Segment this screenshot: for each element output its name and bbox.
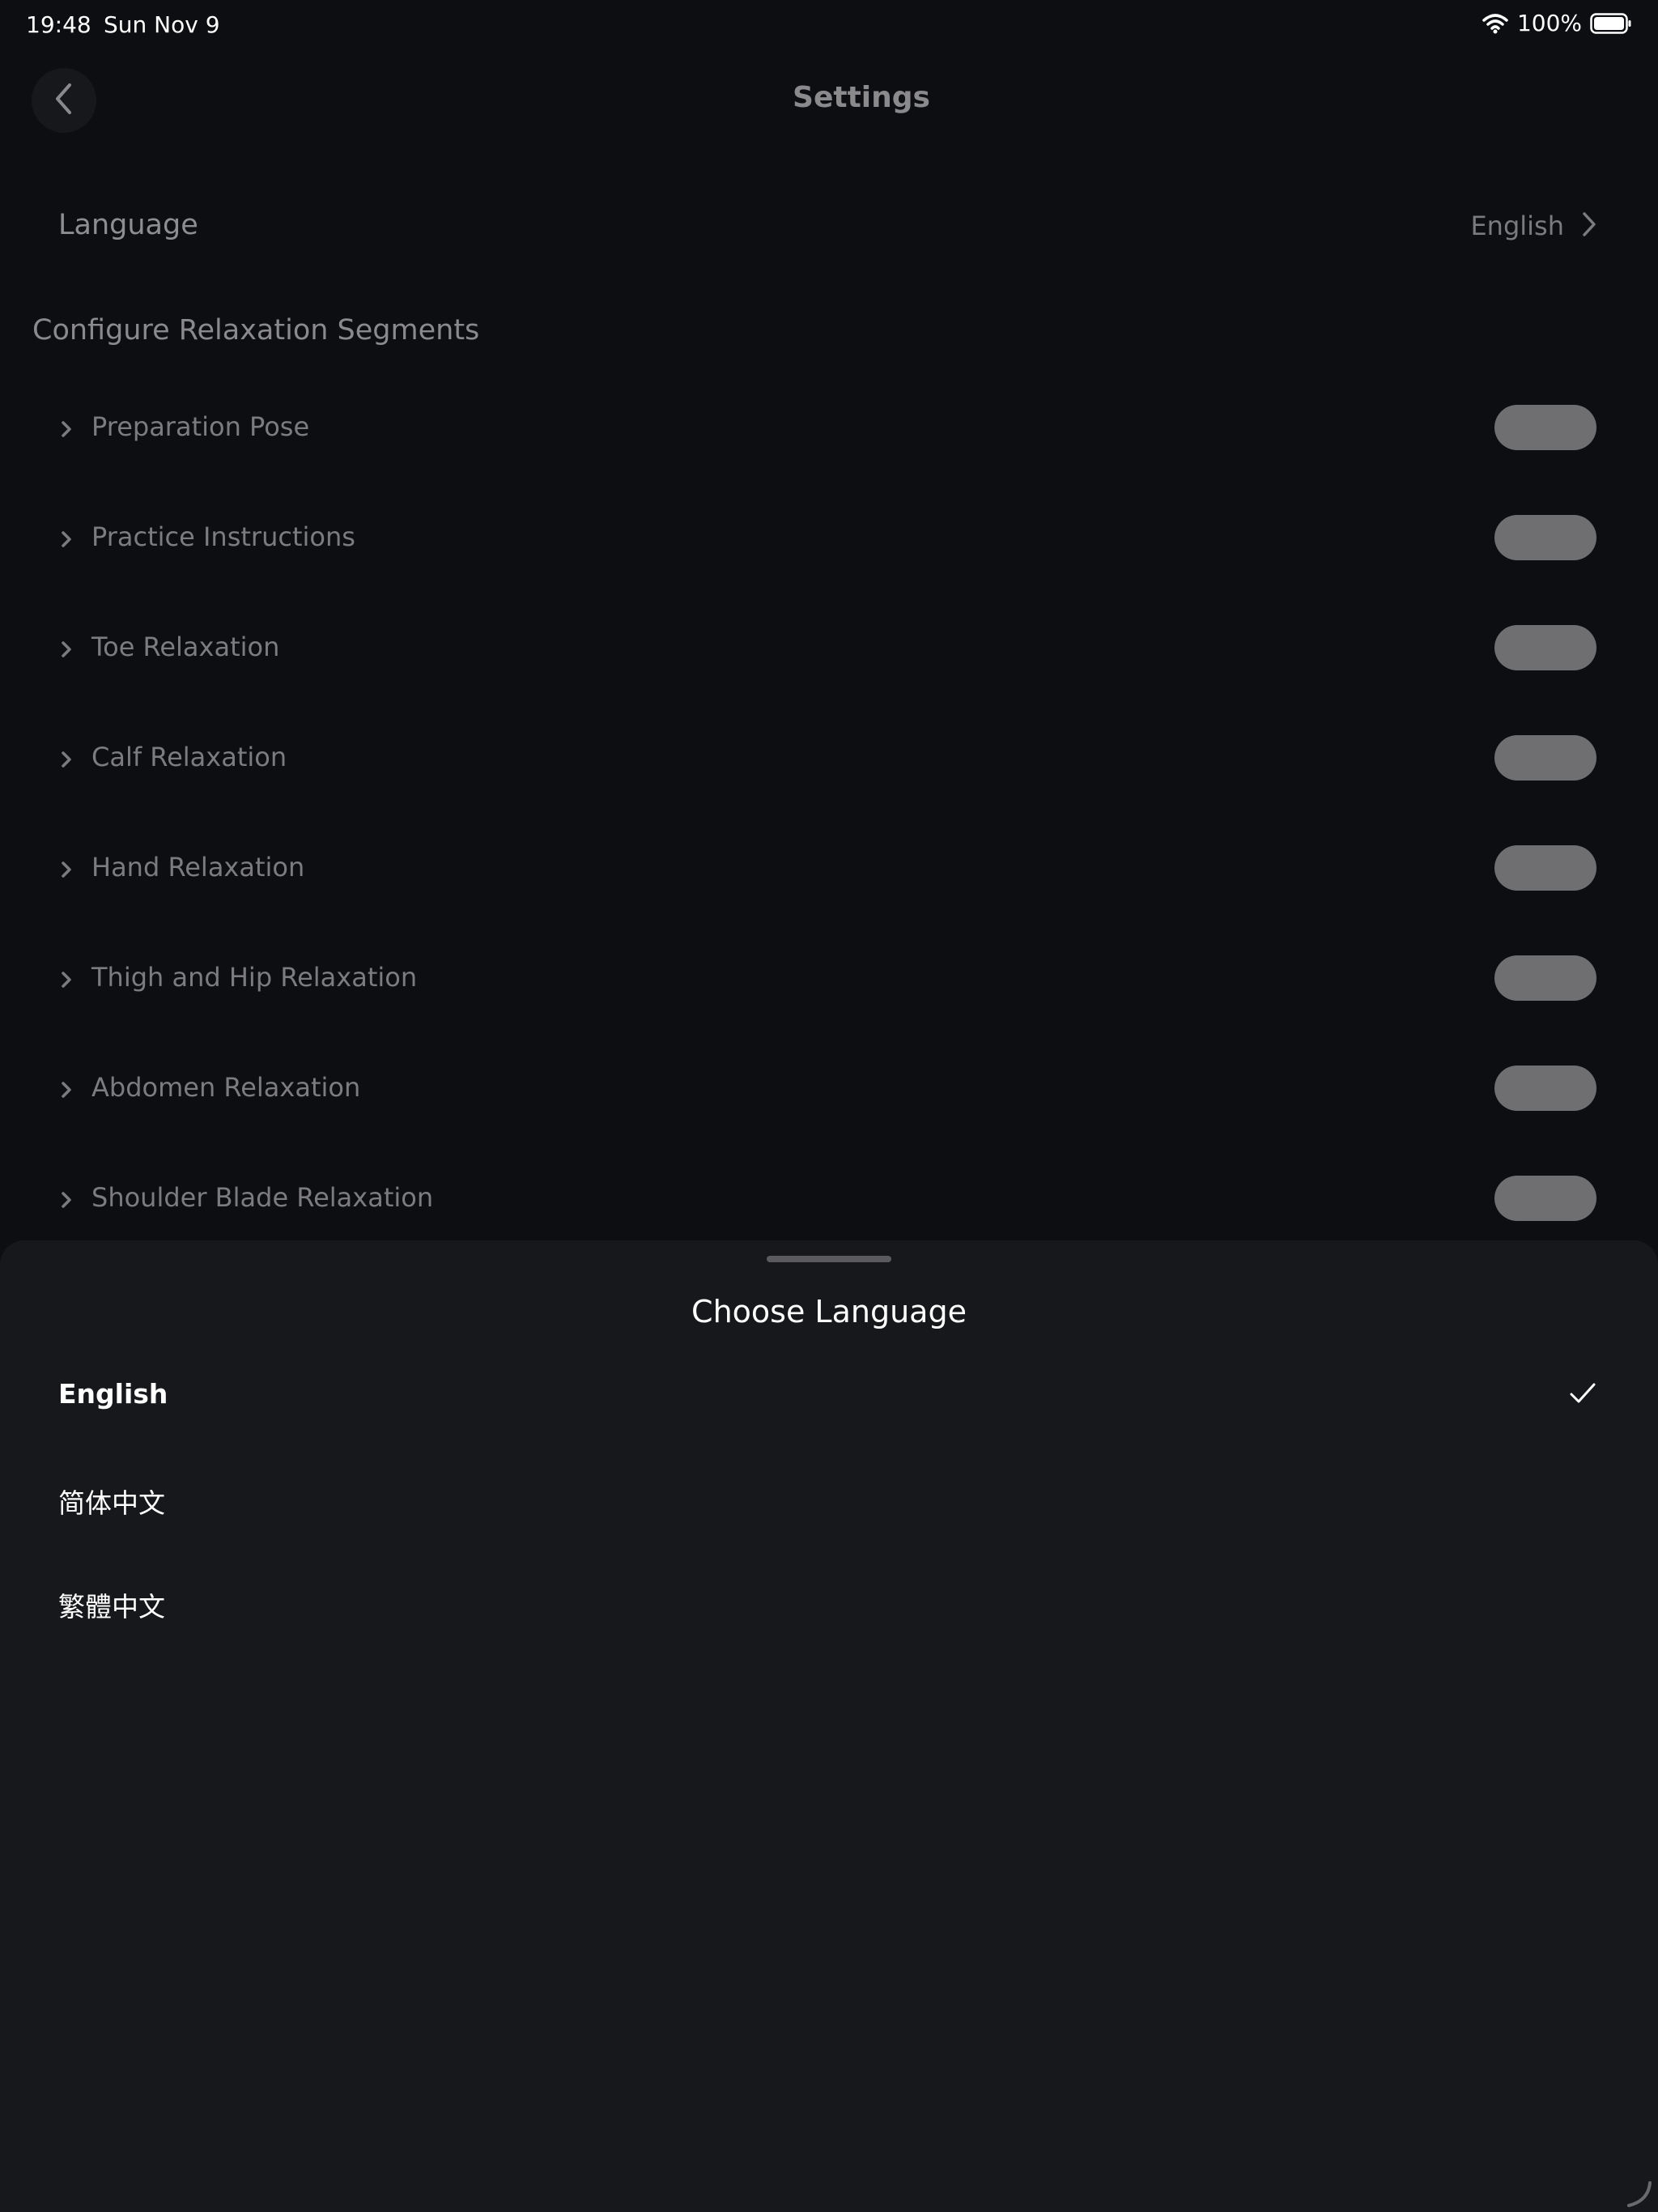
screen: 19:48 Sun Nov 9 100% Settings Language E… <box>0 0 1658 2212</box>
segment-row[interactable]: Abdomen Relaxation <box>0 1061 1658 1171</box>
segment-row[interactable]: Thigh and Hip Relaxation <box>0 951 1658 1061</box>
language-option-label: 繁體中文 <box>58 1591 165 1623</box>
language-sheet: Choose Language English 简体中文 繁體中文 <box>0 1240 1658 2212</box>
segment-toggle[interactable] <box>1494 955 1596 1001</box>
segment-label: Hand Relaxation <box>91 852 305 883</box>
language-label: Language <box>58 209 198 241</box>
segment-toggle[interactable] <box>1494 735 1596 781</box>
expand-chevron-icon[interactable] <box>57 1190 76 1210</box>
segment-label: Practice Instructions <box>91 521 355 552</box>
language-options: English 简体中文 繁體中文 <box>0 1378 1658 1689</box>
segment-row[interactable]: Toe Relaxation <box>0 620 1658 730</box>
segment-row[interactable]: Practice Instructions <box>0 510 1658 620</box>
expand-chevron-icon[interactable] <box>57 970 76 989</box>
segment-label: Thigh and Hip Relaxation <box>91 962 418 993</box>
language-option-simplified-chinese[interactable]: 简体中文 <box>0 1482 1658 1585</box>
expand-chevron-icon[interactable] <box>57 640 76 659</box>
segment-row[interactable]: Preparation Pose <box>0 400 1658 510</box>
segment-label: Shoulder Blade Relaxation <box>91 1182 434 1213</box>
segment-label: Toe Relaxation <box>91 632 280 662</box>
language-value: English <box>1470 211 1564 241</box>
segment-toggle[interactable] <box>1494 845 1596 891</box>
expand-chevron-icon[interactable] <box>57 750 76 769</box>
language-option-label: English <box>58 1378 168 1410</box>
segment-row[interactable]: Calf Relaxation <box>0 730 1658 840</box>
segment-list: Preparation Pose Practice Instructions T… <box>0 400 1658 1281</box>
segment-toggle[interactable] <box>1494 1176 1596 1221</box>
page-title: Settings <box>793 81 930 114</box>
language-option-traditional-chinese[interactable]: 繁體中文 <box>0 1585 1658 1689</box>
resize-handle-icon[interactable] <box>1624 2180 1653 2212</box>
language-option-english[interactable]: English <box>0 1378 1658 1482</box>
language-option-label: 简体中文 <box>58 1487 165 1519</box>
segment-toggle[interactable] <box>1494 515 1596 560</box>
settings-page: Settings Language English Configure Rela… <box>0 0 1658 1239</box>
chevron-right-icon <box>1582 211 1596 240</box>
language-row[interactable]: Language English <box>58 206 1596 248</box>
segment-label: Preparation Pose <box>91 411 310 442</box>
sheet-title: Choose Language <box>691 1294 967 1329</box>
sheet-grabber[interactable] <box>767 1256 891 1262</box>
expand-chevron-icon[interactable] <box>57 1080 76 1100</box>
segment-toggle[interactable] <box>1494 1066 1596 1111</box>
expand-chevron-icon[interactable] <box>57 860 76 879</box>
expand-chevron-icon[interactable] <box>57 530 76 549</box>
segment-label: Abdomen Relaxation <box>91 1072 361 1103</box>
expand-chevron-icon[interactable] <box>57 419 76 439</box>
language-value-wrap: English <box>1470 211 1596 241</box>
segment-label: Calf Relaxation <box>91 742 287 772</box>
segment-row[interactable]: Hand Relaxation <box>0 840 1658 951</box>
section-header: Configure Relaxation Segments <box>32 314 480 347</box>
checkmark-icon <box>1569 1381 1596 1409</box>
segment-toggle[interactable] <box>1494 405 1596 450</box>
segment-toggle[interactable] <box>1494 625 1596 670</box>
